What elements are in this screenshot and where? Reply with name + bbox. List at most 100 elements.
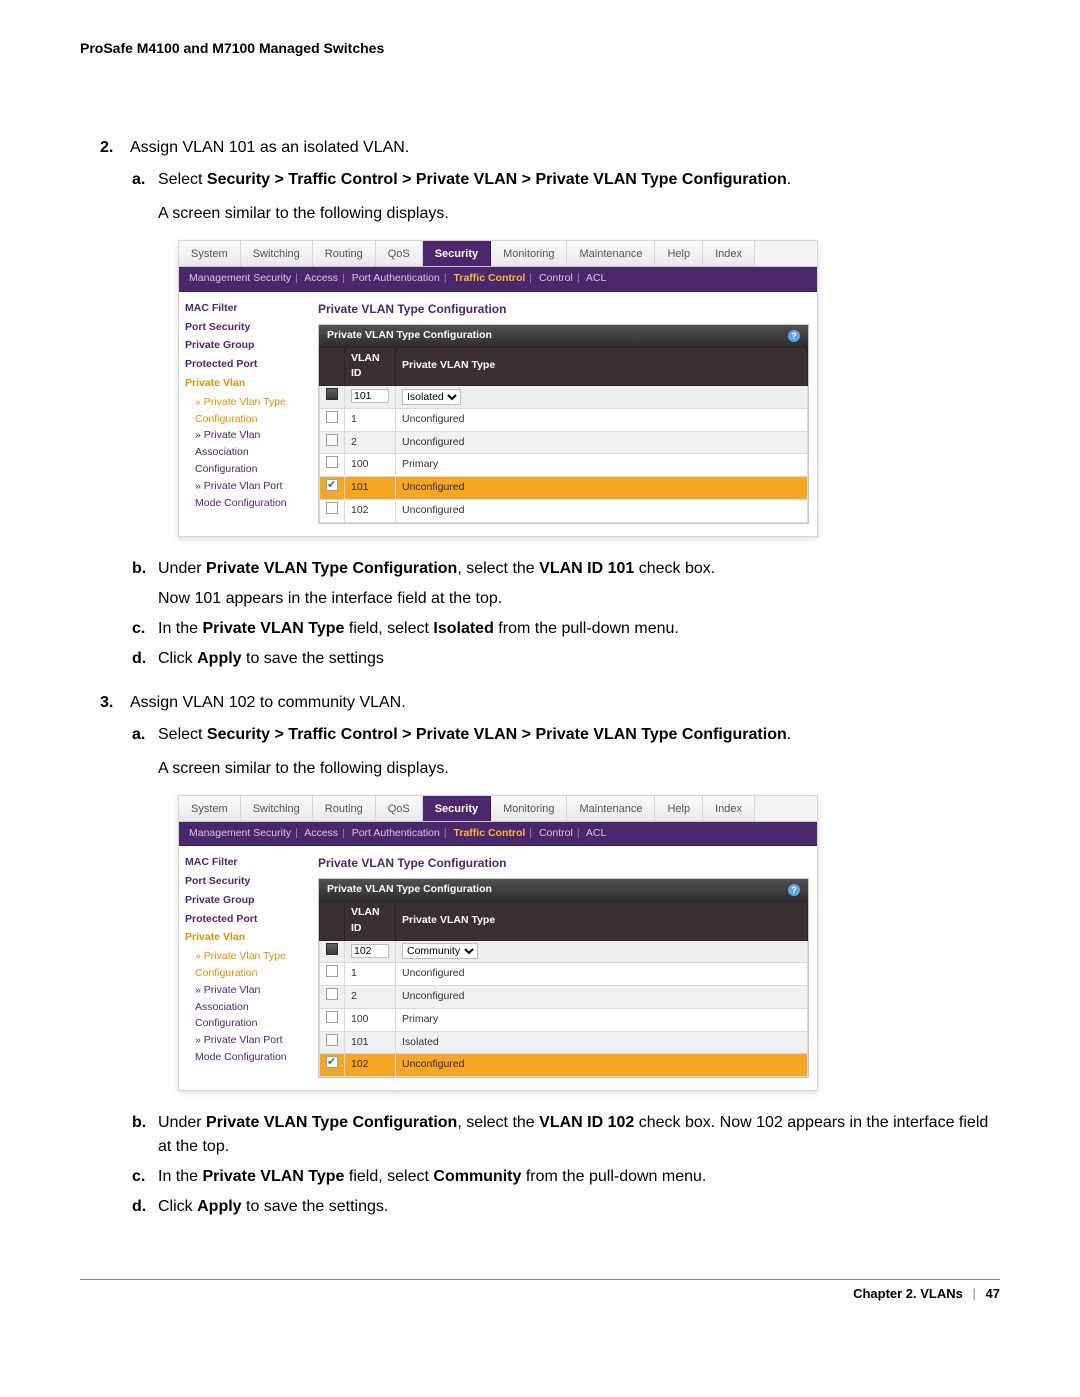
tab-switching[interactable]: Switching [241,796,313,821]
tab-index[interactable]: Index [703,241,755,266]
subnav-management-security[interactable]: Management Security [189,827,291,839]
tab-routing[interactable]: Routing [313,241,376,266]
subnav-control[interactable]: Control [539,827,573,839]
sidebar-item-private-vlan[interactable]: Private Vlan [185,929,308,946]
row-checkbox[interactable] [326,502,338,514]
sidebar-item-port-mode-config[interactable]: » Private Vlan Port Mode Configuration [185,478,308,512]
sidebar-item-private-group[interactable]: Private Group [185,337,308,354]
footer-chapter: Chapter 2. VLANs [853,1286,963,1301]
table-row[interactable]: 100 Primary [320,1008,808,1031]
col-vlan-type: Private VLAN Type [396,902,808,941]
row-vlan-type: Unconfigured [396,1054,808,1077]
table-row[interactable]: 1 Unconfigured [320,408,808,431]
select-all-checkbox[interactable] [326,388,338,400]
sidebar-item-type-config[interactable]: » Private Vlan Type Configuration [185,948,308,982]
subnav-control[interactable]: Control [539,272,573,284]
tab-maintenance[interactable]: Maintenance [567,241,655,266]
row-checkbox[interactable] [326,1056,338,1068]
sidebar-item-port-security[interactable]: Port Security [185,873,308,890]
substep-letter: c. [132,617,145,641]
select-all-checkbox[interactable] [326,943,338,955]
subnav-traffic-control[interactable]: Traffic Control [454,272,526,284]
subnav-traffic-control[interactable]: Traffic Control [454,827,526,839]
row-checkbox[interactable] [326,456,338,468]
tab-index[interactable]: Index [703,796,755,821]
tab-maintenance[interactable]: Maintenance [567,796,655,821]
table-row[interactable]: 2 Unconfigured [320,431,808,454]
row-checkbox[interactable] [326,479,338,491]
filter-vlan-type-select[interactable]: Isolated [402,389,461,405]
sidebar-item-protected-port[interactable]: Protected Port [185,356,308,373]
tab-switching[interactable]: Switching [241,241,313,266]
tab-monitoring[interactable]: Monitoring [491,796,567,821]
sidebar-item-private-vlan[interactable]: Private Vlan [185,375,308,392]
row-vlan-id: 100 [345,1008,396,1031]
row-vlan-id: 1 [345,408,396,431]
col-checkbox [320,902,345,941]
step-2: 2. Assign VLAN 101 as an isolated VLAN. … [130,136,1000,671]
step-2b: b. Under Private VLAN Type Configuration… [158,557,1000,611]
row-vlan-id: 102 [345,499,396,522]
row-vlan-type: Isolated [396,1031,808,1054]
content-title: Private VLAN Type Configuration [318,854,809,872]
table-row[interactable]: 2 Unconfigured [320,986,808,1009]
step-3c: c. In the Private VLAN Type field, selec… [158,1165,1000,1189]
step-3-title: Assign VLAN 102 to community VLAN. [130,694,406,711]
dot: . [787,171,791,188]
row-vlan-type: Unconfigured [396,431,808,454]
row-checkbox[interactable] [326,434,338,446]
tab-help[interactable]: Help [655,796,703,821]
table-row[interactable]: 101 Unconfigured [320,477,808,500]
filter-vlan-id-input[interactable] [351,944,389,958]
sidebar-item-mac-filter[interactable]: MAC Filter [185,854,308,871]
sidebar-item-protected-port[interactable]: Protected Port [185,911,308,928]
row-checkbox[interactable] [326,965,338,977]
subnav-port-auth[interactable]: Port Authentication [352,827,440,839]
sidebar-item-assoc-config[interactable]: » Private Vlan Association Configuration [185,427,308,477]
panel-header-label: Private VLAN Type Configuration [327,328,492,344]
filter-vlan-type-select[interactable]: Community [402,943,478,959]
sidebar-item-mac-filter[interactable]: MAC Filter [185,300,308,317]
substep-letter: c. [132,1165,145,1189]
subnav-port-auth[interactable]: Port Authentication [352,272,440,284]
tab-monitoring[interactable]: Monitoring [491,241,567,266]
row-checkbox[interactable] [326,1034,338,1046]
substep-letter: d. [132,647,146,671]
row-checkbox[interactable] [326,411,338,423]
subnav-acl[interactable]: ACL [586,827,606,839]
subnav-access[interactable]: Access [304,272,338,284]
tab-qos[interactable]: QoS [376,241,423,266]
sidebar-item-port-security[interactable]: Port Security [185,319,308,336]
tab-routing[interactable]: Routing [313,796,376,821]
config-panel: Private VLAN Type Configuration ? VLAN I… [318,878,809,1078]
subnav-management-security[interactable]: Management Security [189,272,291,284]
col-vlan-id: VLAN ID [345,347,396,386]
tab-qos[interactable]: QoS [376,796,423,821]
tab-security[interactable]: Security [423,241,491,266]
help-icon[interactable]: ? [788,330,800,342]
substep-letter: b. [132,1111,146,1135]
top-tabs: System Switching Routing QoS Security Mo… [179,796,817,822]
row-vlan-id: 102 [345,1054,396,1077]
table-row[interactable]: 101 Isolated [320,1031,808,1054]
sidebar-item-assoc-config[interactable]: » Private Vlan Association Configuration [185,982,308,1032]
table-row[interactable]: 100 Primary [320,454,808,477]
tab-system[interactable]: System [179,241,241,266]
help-icon[interactable]: ? [788,884,800,896]
substep-letter: b. [132,557,146,581]
tab-system[interactable]: System [179,796,241,821]
sidebar-item-type-config[interactable]: » Private Vlan Type Configuration [185,394,308,428]
table-row[interactable]: 102 Unconfigured [320,1054,808,1077]
tab-help[interactable]: Help [655,241,703,266]
table-row[interactable]: 1 Unconfigured [320,963,808,986]
row-checkbox[interactable] [326,988,338,1000]
sidebar-item-private-group[interactable]: Private Group [185,892,308,909]
sidebar-item-port-mode-config[interactable]: » Private Vlan Port Mode Configuration [185,1032,308,1066]
nav-path: Security > Traffic Control > Private VLA… [207,171,787,188]
table-row[interactable]: 102 Unconfigured [320,499,808,522]
tab-security[interactable]: Security [423,796,491,821]
row-checkbox[interactable] [326,1011,338,1023]
filter-vlan-id-input[interactable] [351,389,389,403]
subnav-acl[interactable]: ACL [586,272,606,284]
subnav-access[interactable]: Access [304,827,338,839]
